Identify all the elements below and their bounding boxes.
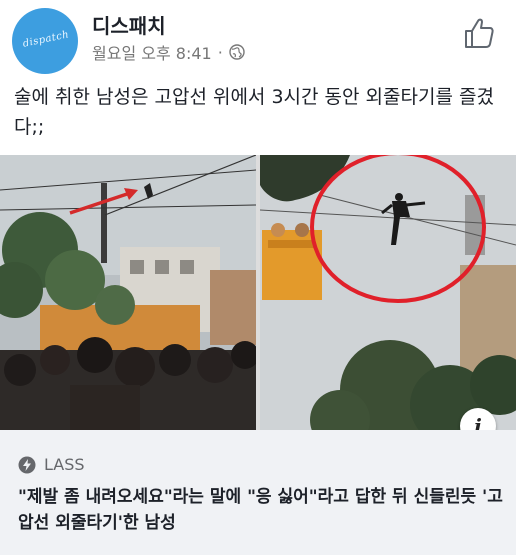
link-title[interactable]: "제발 좀 내려오세요"라는 말에 "응 싫어"라고 답한 뒤 신들린듯 '고압… [18,484,508,536]
post-media[interactable] [0,155,516,430]
link-source-label: LASS [44,455,85,474]
avatar[interactable]: dispatch [12,8,78,74]
lightning-bolt-icon [18,456,36,473]
post-text: 술에 취한 남성은 고압선 위에서 3시간 동안 외줄타기를 즐겼다;; [14,86,494,138]
page-name[interactable]: 디스패치 [92,10,166,39]
tightrope-photo [260,155,516,430]
avatar-logo-text: dispatch [21,29,71,50]
crowd-photo [0,155,256,430]
post-header: dispatch 디스패치 월요일 오후 8:41 · [0,0,516,74]
link-source: LASS [18,455,85,474]
thumbs-up-icon[interactable] [462,16,496,50]
globe-icon [229,44,245,60]
timestamp[interactable]: 월요일 오후 8:41 [92,40,212,64]
post-meta: 월요일 오후 8:41 · [92,40,245,64]
